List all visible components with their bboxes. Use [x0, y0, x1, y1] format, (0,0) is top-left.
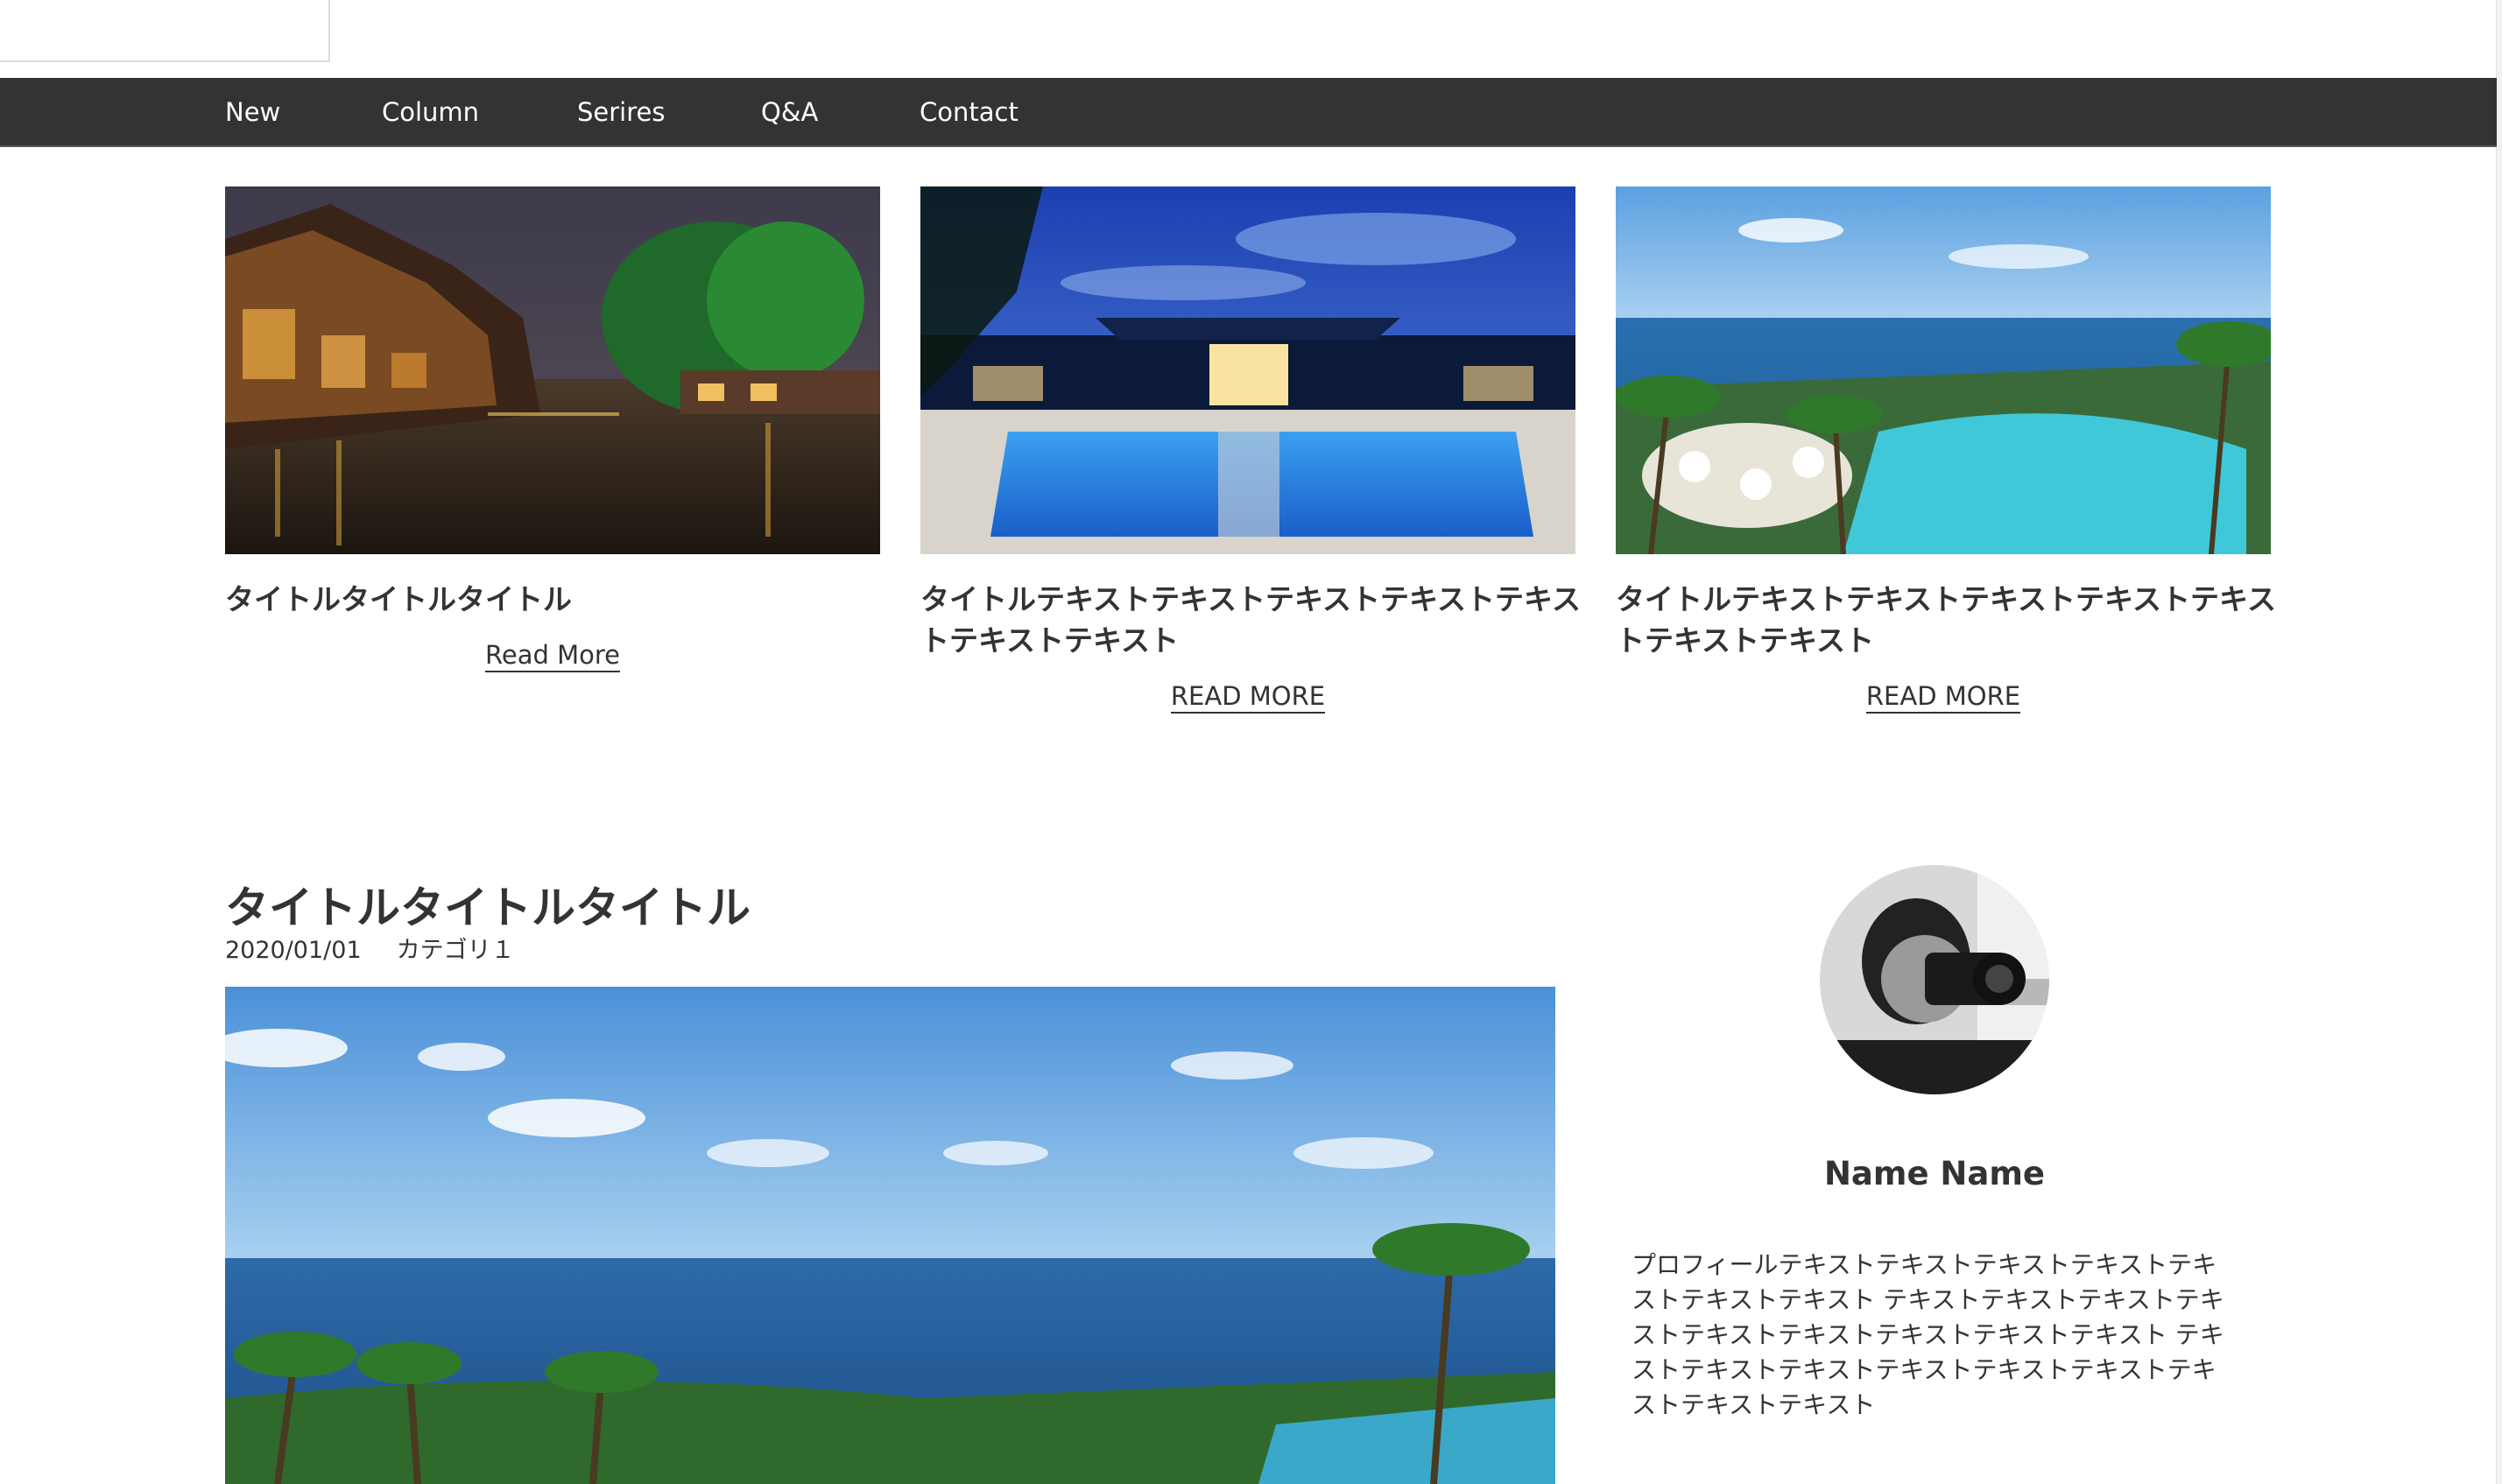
card-title-line: タイトルテキストテキストテキストテキストテキス — [1616, 582, 2277, 616]
read-more-link[interactable]: READ MORE — [1865, 680, 2021, 714]
card-title-line: トテキストテキスト — [920, 623, 1180, 658]
article-card: タイトルタイトルタイトル Read More — [225, 186, 880, 672]
profile-text-line: ストテキストテキスト テキストテキストテキストテキ — [1632, 1285, 2224, 1314]
card-title[interactable]: タイトルテキストテキストテキストテキストテキス トテキストテキスト — [920, 579, 1582, 661]
global-navbar: New Column Serires Q&A Contact — [0, 78, 2497, 147]
card-title-line: タイトルタイトルタイトル — [225, 582, 572, 616]
nav-item-qa[interactable]: Q&A — [761, 97, 818, 127]
post-title: タイトルタイトルタイトル — [225, 882, 751, 933]
photographer-avatar — [1820, 865, 2049, 1094]
post-meta: 2020/01/01 カテゴリ１ — [225, 935, 515, 967]
post-date: 2020/01/01 — [225, 937, 362, 964]
ocean-palm-resort-photo — [225, 987, 1555, 1484]
card-title-line: トテキストテキスト — [1616, 623, 1875, 658]
site-logo-area[interactable] — [0, 0, 330, 62]
read-more-link[interactable]: READ MORE — [1170, 680, 1326, 714]
read-more-link[interactable]: Read More — [485, 639, 620, 672]
profile-text-line: プロフィールテキストテキストテキストテキストテキ — [1632, 1250, 2217, 1279]
resort-pool-night-photo[interactable] — [920, 186, 1575, 554]
profile-text-line: ストテキストテキストテキストテキストテキスト テキ — [1632, 1320, 2224, 1349]
card-title-line: タイトルテキストテキストテキストテキストテキス — [920, 582, 1582, 616]
card-title[interactable]: タイトルテキストテキストテキストテキストテキス トテキストテキスト — [1616, 579, 2277, 661]
nav-item-contact[interactable]: Contact — [920, 97, 1018, 127]
article-card: タイトルテキストテキストテキストテキストテキス トテキストテキスト READ M… — [920, 186, 1582, 714]
article-card: タイトルテキストテキストテキストテキストテキス トテキストテキスト READ M… — [1616, 186, 2277, 714]
profile-text-line: ストテキストテキストテキストテキストテキストテキ — [1632, 1355, 2217, 1384]
post-category[interactable]: カテゴリ１ — [397, 937, 515, 964]
night-canal-town-photo[interactable] — [225, 186, 880, 554]
nav-item-new[interactable]: New — [225, 97, 280, 127]
card-title[interactable]: タイトルタイトルタイトル — [225, 579, 880, 620]
profile-name: Name Name — [1823, 1155, 2046, 1192]
nav-item-column[interactable]: Column — [382, 97, 479, 127]
profile-text-line: ストテキストテキスト — [1632, 1390, 1876, 1419]
nav-item-series[interactable]: Serires — [577, 97, 665, 127]
seaside-resort-pool-photo[interactable] — [1616, 186, 2271, 554]
scrollbar-track[interactable] — [2496, 0, 2502, 1484]
profile-text: プロフィールテキストテキストテキストテキストテキ ストテキストテキスト テキスト… — [1632, 1248, 2245, 1423]
